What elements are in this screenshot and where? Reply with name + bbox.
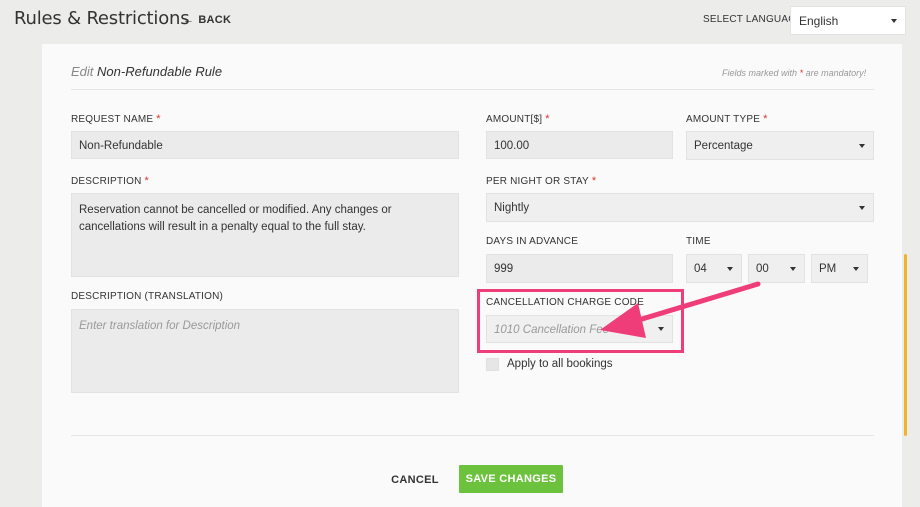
description-label-text: DESCRIPTION — [71, 176, 142, 187]
time-minute-value: 00 — [756, 263, 769, 275]
amount-type-select[interactable]: Percentage — [686, 131, 874, 160]
caret-down-icon — [790, 266, 796, 271]
time-label: TIME — [686, 236, 711, 247]
caret-down-icon — [859, 143, 865, 148]
mandatory-note-post: are mandatory! — [805, 68, 867, 78]
per-night-or-stay-select[interactable]: Nightly — [486, 193, 874, 222]
description-label: DESCRIPTION * — [71, 175, 149, 187]
per-night-or-stay-value: Nightly — [494, 202, 530, 214]
mandatory-note: Fields marked with * are mandatory! — [722, 68, 866, 78]
per-night-or-stay-label: PER NIGHT OR STAY * — [486, 175, 596, 187]
time-minute-select[interactable]: 00 — [748, 254, 805, 283]
cancel-button[interactable]: CANCEL — [387, 471, 443, 489]
caret-down-icon — [853, 266, 859, 271]
request-name-label: REQUEST NAME * — [71, 113, 161, 125]
language-select[interactable]: English — [790, 6, 906, 35]
required-star: * — [763, 113, 768, 125]
amount-type-label-text: AMOUNT TYPE — [686, 114, 761, 125]
amount-label: AMOUNT[$] * — [486, 113, 550, 125]
per-night-or-stay-label-text: PER NIGHT OR STAY — [486, 176, 589, 187]
time-hour-value: 04 — [694, 263, 707, 275]
page-title: Rules & Restrictions — [14, 8, 190, 29]
back-arrow-icon: ← — [183, 14, 195, 26]
back-button[interactable]: ← BACK — [183, 14, 231, 26]
annotation-highlight-box — [477, 289, 684, 353]
top-bar: Rules & Restrictions ← BACK SELECT LANGUA… — [0, 0, 920, 42]
caret-down-icon — [727, 266, 733, 271]
amount-value: 100.00 — [494, 140, 530, 152]
days-in-advance-label: DAYS IN ADVANCE — [486, 236, 579, 247]
scrollbar-thumb[interactable] — [904, 254, 907, 436]
days-in-advance-input[interactable]: 999 — [486, 254, 673, 283]
caret-down-icon — [891, 18, 897, 23]
description-translation-label: DESCRIPTION (TRANSLATION) — [71, 291, 224, 302]
amount-type-value: Percentage — [694, 140, 753, 152]
days-in-advance-value: 999 — [494, 263, 514, 275]
edit-prefix: Edit — [71, 64, 94, 79]
amount-label-text: AMOUNT[$] — [486, 114, 543, 125]
request-name-value: Non-Refundable — [79, 140, 163, 152]
required-star: * — [144, 175, 150, 187]
back-label: BACK — [198, 14, 232, 26]
form-title: Edit Non-Refundable Rule — [71, 64, 222, 79]
request-name-input[interactable]: Non-Refundable — [71, 131, 459, 159]
time-ampm-value: PM — [819, 263, 837, 275]
apply-all-checkbox[interactable] — [486, 358, 499, 371]
required-star: * — [591, 175, 597, 187]
save-changes-button[interactable]: SAVE CHANGES — [459, 465, 563, 493]
required-star: * — [545, 113, 550, 125]
language-value: English — [799, 14, 839, 28]
request-name-label-text: REQUEST NAME — [71, 114, 154, 125]
amount-type-label: AMOUNT TYPE * — [686, 113, 768, 125]
mandatory-note-pre: Fields marked with — [722, 68, 798, 78]
required-star: * — [156, 113, 161, 125]
required-star: * — [799, 68, 804, 78]
description-translation-textarea[interactable]: Enter translation for Description — [71, 309, 459, 393]
amount-input[interactable]: 100.00 — [486, 131, 673, 159]
description-textarea[interactable]: Reservation cannot be cancelled or modif… — [71, 193, 459, 277]
apply-all-label[interactable]: Apply to all bookings — [507, 358, 612, 370]
time-hour-select[interactable]: 04 — [686, 254, 742, 283]
header-divider — [71, 89, 874, 90]
language-label: SELECT LANGUAGE — [703, 14, 804, 25]
footer-divider — [71, 435, 874, 436]
description-translation-placeholder: Enter translation for Description — [79, 320, 241, 332]
caret-down-icon — [859, 205, 865, 210]
rule-name: Non-Refundable Rule — [97, 64, 223, 79]
description-value: Reservation cannot be cancelled or modif… — [79, 204, 392, 233]
time-ampm-select[interactable]: PM — [811, 254, 868, 283]
